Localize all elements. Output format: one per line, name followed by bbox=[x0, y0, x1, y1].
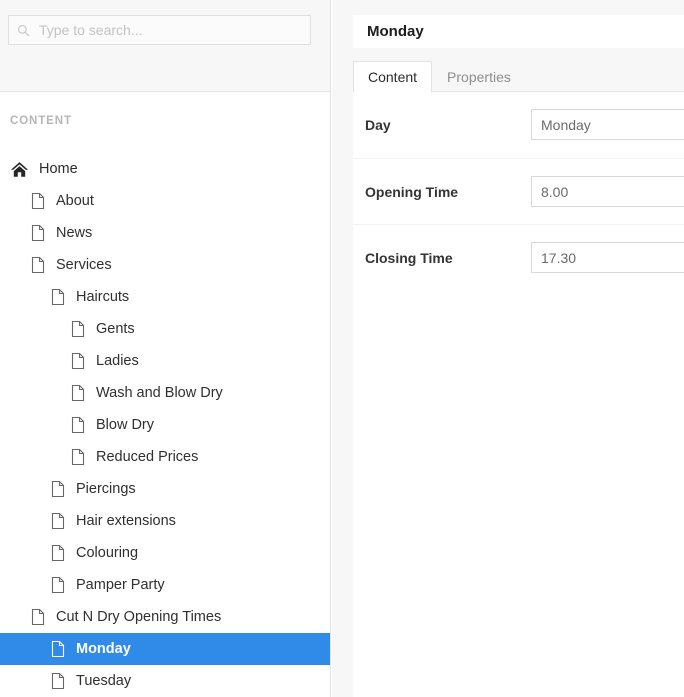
tree-item-hair-extensions[interactable]: Hair extensions bbox=[0, 505, 331, 537]
field-label-closing-time: Closing Time bbox=[353, 242, 531, 268]
tree-item-label: News bbox=[56, 226, 92, 241]
document-icon bbox=[30, 224, 46, 242]
document-icon bbox=[50, 288, 66, 306]
document-icon bbox=[70, 416, 86, 434]
document-icon bbox=[70, 448, 86, 466]
field-row-opening-time: Opening Time bbox=[353, 158, 684, 224]
field-input-opening-time[interactable] bbox=[531, 176, 684, 207]
tree-item-haircuts[interactable]: Haircuts bbox=[0, 281, 331, 313]
document-icon bbox=[30, 256, 46, 274]
search-zone bbox=[0, 0, 330, 92]
document-icon bbox=[30, 608, 46, 626]
tree-item-label: Reduced Prices bbox=[96, 450, 198, 465]
tree-item-label: Colouring bbox=[76, 546, 138, 561]
tree-item-label: Piercings bbox=[76, 482, 136, 497]
editor-tabs: Content Properties bbox=[353, 60, 684, 92]
tab-label: Content bbox=[368, 69, 417, 85]
field-input-day[interactable] bbox=[531, 109, 684, 140]
document-icon bbox=[50, 672, 66, 690]
tree-item-cut-n-dry-opening-times[interactable]: Cut N Dry Opening Times bbox=[0, 601, 331, 633]
field-label-day: Day bbox=[353, 109, 531, 135]
tree-item-gents[interactable]: Gents bbox=[0, 313, 331, 345]
page-title: Monday bbox=[367, 23, 424, 40]
tree-item-reduced-prices[interactable]: Reduced Prices bbox=[0, 441, 331, 473]
tree-item-label: Home bbox=[39, 162, 78, 177]
tree-item-tuesday[interactable]: Tuesday bbox=[0, 665, 331, 697]
home-icon bbox=[10, 160, 29, 179]
tree-item-label: Hair extensions bbox=[76, 514, 176, 529]
field-control-opening-time bbox=[531, 176, 684, 207]
tree-item-label: Wash and Blow Dry bbox=[96, 386, 223, 401]
tree-item-label: Haircuts bbox=[76, 290, 129, 305]
field-row-closing-time: Closing Time bbox=[353, 224, 684, 290]
tree-item-ladies[interactable]: Ladies bbox=[0, 345, 331, 377]
document-icon bbox=[50, 544, 66, 562]
tree-item-pamper-party[interactable]: Pamper Party bbox=[0, 569, 331, 601]
search-icon bbox=[17, 24, 30, 37]
document-icon bbox=[70, 320, 86, 338]
sidebar-section-label: CONTENT bbox=[10, 115, 72, 127]
content-tree: Home About News Services Haircuts Gents Ladies… bbox=[0, 153, 331, 697]
tree-item-label: Gents bbox=[96, 322, 135, 337]
tree-item-label: Ladies bbox=[96, 354, 139, 369]
field-label-opening-time: Opening Time bbox=[353, 176, 531, 202]
tree-item-piercings[interactable]: Piercings bbox=[0, 473, 331, 505]
tree-item-monday[interactable]: Monday bbox=[0, 633, 331, 665]
app-window: CONTENT Home About News Services Haircuts Gen… bbox=[0, 0, 684, 697]
search-box[interactable] bbox=[8, 15, 311, 45]
field-row-day: Day bbox=[353, 92, 684, 158]
field-control-closing-time bbox=[531, 242, 684, 273]
tree-item-label: Pamper Party bbox=[76, 578, 165, 593]
tree-item-colouring[interactable]: Colouring bbox=[0, 537, 331, 569]
tree-item-about[interactable]: About bbox=[0, 185, 331, 217]
tree-item-blow-dry[interactable]: Blow Dry bbox=[0, 409, 331, 441]
tree-item-label: Monday bbox=[76, 642, 131, 657]
document-icon bbox=[30, 192, 46, 210]
content-sidebar: CONTENT Home About News Services Haircuts Gen… bbox=[0, 0, 331, 697]
tree-item-label: About bbox=[56, 194, 94, 209]
document-icon bbox=[50, 512, 66, 530]
tree-item-label: Cut N Dry Opening Times bbox=[56, 610, 221, 625]
tree-item-services[interactable]: Services bbox=[0, 249, 331, 281]
field-list: Day Opening Time Closing Time bbox=[353, 92, 684, 290]
content-tab-panel: Day Opening Time Closing Time bbox=[353, 91, 684, 697]
tree-item-label: Blow Dry bbox=[96, 418, 154, 433]
editor-pane: Monday Content Properties Day Opening Time… bbox=[332, 0, 684, 697]
document-title-bar: Monday bbox=[353, 15, 684, 48]
document-icon bbox=[50, 640, 66, 658]
tree-item-wash-and-blow-dry[interactable]: Wash and Blow Dry bbox=[0, 377, 331, 409]
tree-item-home[interactable]: Home bbox=[0, 153, 331, 185]
document-icon bbox=[50, 576, 66, 594]
tree-item-label: Services bbox=[56, 258, 112, 273]
tree-item-label: Tuesday bbox=[76, 674, 131, 689]
tab-content[interactable]: Content bbox=[353, 61, 432, 93]
tab-label: Properties bbox=[447, 69, 511, 85]
field-input-closing-time[interactable] bbox=[531, 242, 684, 273]
search-input[interactable] bbox=[39, 22, 302, 38]
tab-properties[interactable]: Properties bbox=[432, 61, 526, 93]
document-icon bbox=[50, 480, 66, 498]
document-icon bbox=[70, 352, 86, 370]
tree-item-news[interactable]: News bbox=[0, 217, 331, 249]
document-icon bbox=[70, 384, 86, 402]
field-control-day bbox=[531, 109, 684, 140]
